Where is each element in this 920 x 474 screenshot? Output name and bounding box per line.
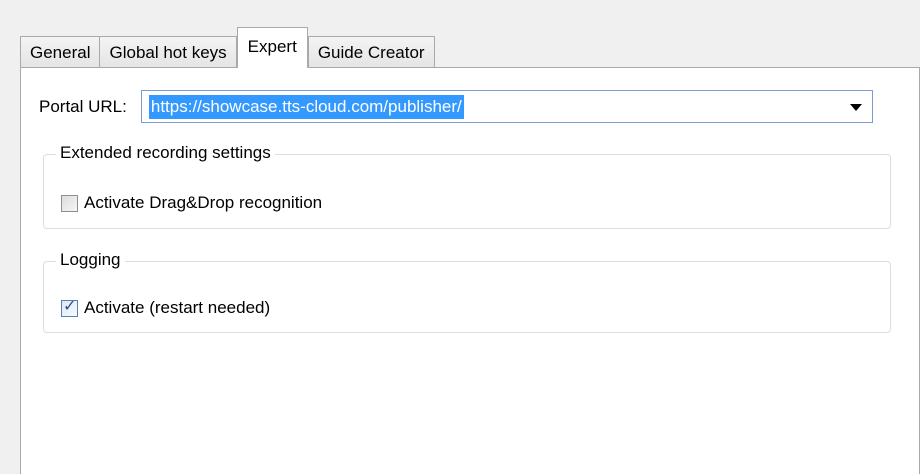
settings-dialog: General Global hot keys Expert Guide Cre… [0,0,920,474]
drag-drop-label[interactable]: Activate Drag&Drop recognition [84,193,322,213]
portal-url-row: Portal URL: https://showcase.tts-cloud.c… [39,90,873,123]
drag-drop-option[interactable]: Activate Drag&Drop recognition [61,193,322,213]
expert-panel: Portal URL: https://showcase.tts-cloud.c… [20,67,920,474]
tab-guide-creator[interactable]: Guide Creator [307,36,435,68]
checkmark-icon: ✓ [63,297,77,315]
portal-url-value[interactable]: https://showcase.tts-cloud.com/publisher… [148,94,464,119]
portal-url-label: Portal URL: [39,96,127,116]
chevron-down-icon[interactable] [849,104,862,111]
tab-bar: General Global hot keys Expert Guide Cre… [20,27,435,68]
portal-url-combobox[interactable]: https://showcase.tts-cloud.com/publisher… [140,90,873,123]
logging-title: Logging [56,249,125,271]
tab-global-hot-keys[interactable]: Global hot keys [99,36,237,68]
logging-group: Logging ✓ Activate (restart needed) [43,249,891,333]
logging-activate-checkbox[interactable]: ✓ [61,297,78,317]
tab-general[interactable]: General [20,36,101,68]
extended-recording-group: Extended recording settings Activate Dra… [43,142,891,229]
extended-recording-title: Extended recording settings [56,142,275,164]
logging-activate-option[interactable]: ✓ Activate (restart needed) [61,298,270,318]
tab-expert[interactable]: Expert [236,27,308,68]
drag-drop-checkbox[interactable] [61,194,78,212]
logging-activate-label[interactable]: Activate (restart needed) [84,298,270,318]
